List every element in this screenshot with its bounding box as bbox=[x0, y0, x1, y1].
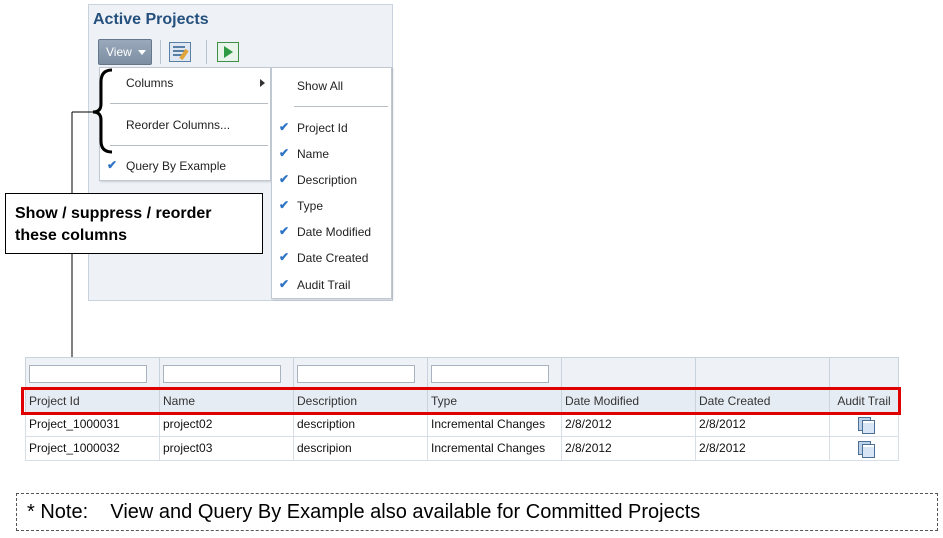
table-row[interactable]: Project_1000032 project03 descripion Inc… bbox=[25, 437, 899, 461]
filter-cell bbox=[294, 358, 428, 390]
bracket-annotation bbox=[92, 68, 113, 154]
cell-type: Incremental Changes bbox=[428, 437, 562, 460]
cell-type: Incremental Changes bbox=[428, 413, 562, 436]
query-by-example-row bbox=[25, 357, 899, 390]
filter-cell bbox=[696, 358, 830, 390]
note-box: * Note: View and Query By Example also a… bbox=[16, 493, 938, 531]
cell-date-created: 2/8/2012 bbox=[696, 413, 830, 436]
cell-description: description bbox=[294, 413, 428, 436]
filter-input-type[interactable] bbox=[431, 365, 549, 383]
callout-line-2: these columns bbox=[15, 227, 128, 244]
cell-project-id: Project_1000031 bbox=[26, 413, 160, 436]
filter-input-name[interactable] bbox=[163, 365, 281, 383]
callout-box: Show / suppress / reorder these columns bbox=[5, 193, 263, 254]
cell-date-modified: 2/8/2012 bbox=[562, 437, 696, 460]
filter-cell bbox=[428, 358, 562, 390]
cell-date-created: 2/8/2012 bbox=[696, 437, 830, 460]
cell-date-modified: 2/8/2012 bbox=[562, 413, 696, 436]
cell-name: project02 bbox=[160, 413, 294, 436]
cell-audit-trail bbox=[830, 437, 898, 460]
filter-input-description[interactable] bbox=[297, 365, 415, 383]
audit-trail-icon[interactable] bbox=[858, 417, 875, 434]
filter-cell bbox=[160, 358, 294, 390]
filter-cell bbox=[562, 358, 696, 390]
cell-name: project03 bbox=[160, 437, 294, 460]
audit-trail-icon[interactable] bbox=[858, 441, 875, 458]
callout-line-1: Show / suppress / reorder bbox=[15, 205, 212, 222]
filter-cell bbox=[26, 358, 160, 390]
cell-audit-trail bbox=[830, 413, 898, 436]
table-row[interactable]: Project_1000031 project02 description In… bbox=[25, 413, 899, 437]
filter-input-project-id[interactable] bbox=[29, 365, 147, 383]
cell-description: descripion bbox=[294, 437, 428, 460]
cell-project-id: Project_1000032 bbox=[26, 437, 160, 460]
header-highlight-box bbox=[21, 387, 901, 415]
